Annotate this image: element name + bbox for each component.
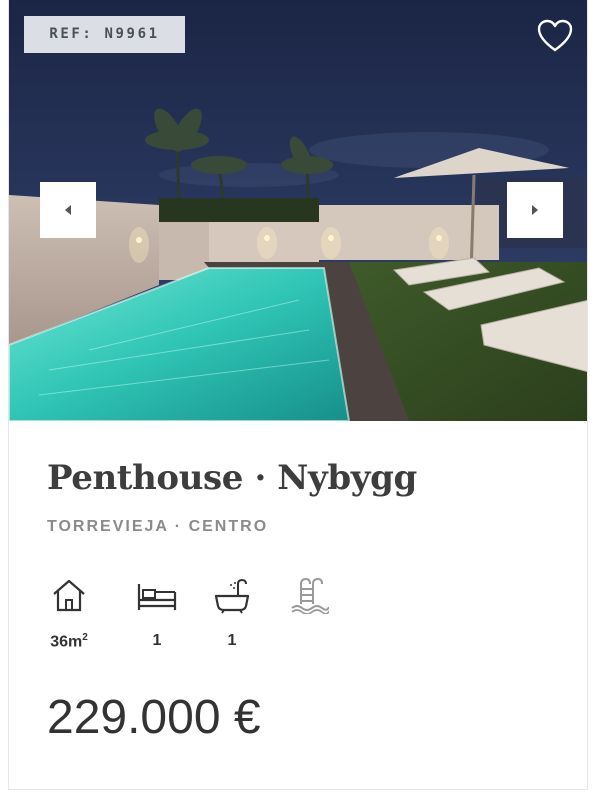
feature-area: 36m2 bbox=[39, 576, 99, 650]
feature-bathrooms: 1 bbox=[202, 576, 262, 649]
area-value: 36m2 bbox=[50, 632, 88, 651]
chevron-right-icon bbox=[532, 205, 538, 215]
heart-icon bbox=[537, 19, 573, 52]
property-features: 36m2 1 1 bbox=[47, 576, 347, 650]
property-location: TORREVIEJA · CENTRO bbox=[47, 518, 269, 535]
previous-photo-button[interactable] bbox=[40, 182, 96, 238]
bathtub-icon bbox=[214, 578, 250, 614]
property-photo[interactable]: REF: N9961 bbox=[9, 0, 587, 421]
bathrooms-value: 1 bbox=[227, 632, 237, 649]
property-price: 229.000 € bbox=[47, 691, 261, 744]
pool-ladder-icon bbox=[291, 577, 329, 614]
chevron-left-icon bbox=[65, 205, 71, 215]
feature-pool bbox=[279, 576, 339, 646]
house-icon bbox=[53, 579, 85, 612]
bed-icon bbox=[137, 584, 177, 610]
property-title[interactable]: Penthouse · Nybygg bbox=[47, 458, 417, 498]
bedrooms-value: 1 bbox=[152, 632, 162, 649]
favorite-button[interactable] bbox=[537, 19, 573, 53]
reference-badge: REF: N9961 bbox=[24, 16, 185, 53]
next-photo-button[interactable] bbox=[507, 182, 563, 238]
property-card[interactable]: REF: N9961 Penthouse · Nybygg TORREVIEJA… bbox=[8, 0, 588, 790]
feature-bedrooms: 1 bbox=[127, 576, 187, 649]
